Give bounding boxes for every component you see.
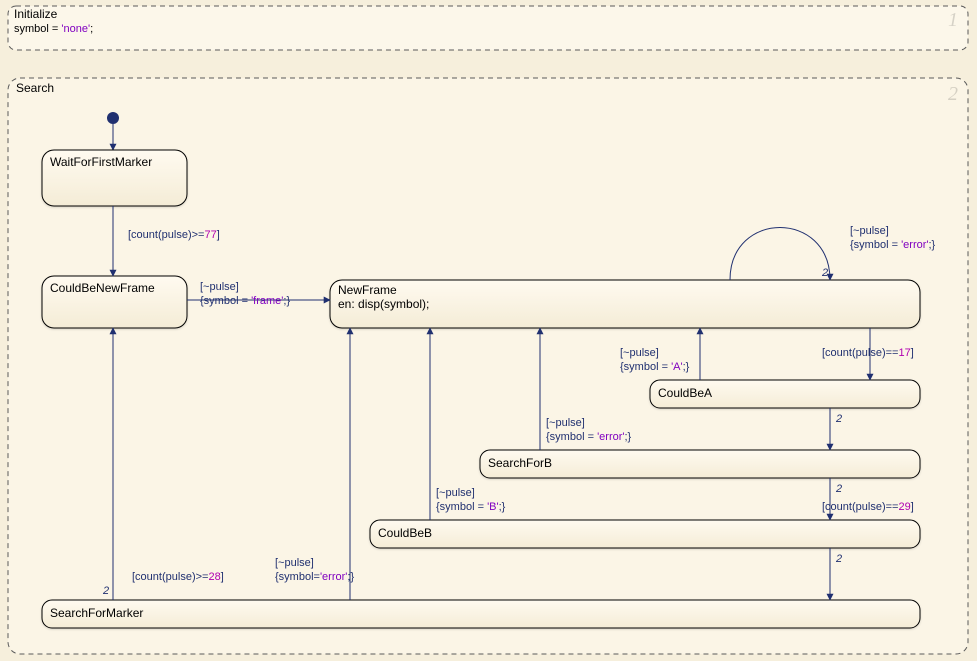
region-search[interactable]: Search 2 WaitForFirstMarker CouldBeNewFr…	[8, 78, 968, 654]
could-be-b-label: CouldBeB	[378, 526, 432, 540]
svg-text:{symbol = 'error';}: {symbol = 'error';}	[546, 431, 632, 443]
svg-text:[count(pulse)==17]: [count(pulse)==17]	[822, 347, 914, 359]
search-for-b-label: SearchForB	[488, 456, 552, 470]
svg-text:2: 2	[835, 413, 842, 425]
svg-text:2: 2	[102, 585, 109, 597]
state-could-be-b[interactable]: CouldBeB	[370, 520, 920, 548]
svg-text:[~pulse]: [~pulse]	[850, 225, 889, 237]
svg-text:[~pulse]: [~pulse]	[620, 347, 659, 359]
initial-state-dot	[107, 112, 119, 124]
could-be-a-label: CouldBeA	[658, 386, 712, 400]
initialize-order: 1	[948, 9, 958, 31]
svg-text:2: 2	[835, 553, 842, 565]
svg-text:[~pulse]: [~pulse]	[200, 281, 239, 293]
svg-text:{symbol = 'error';}: {symbol = 'error';}	[850, 239, 936, 251]
search-title: Search	[16, 81, 54, 95]
wait-for-first-marker-label: WaitForFirstMarker	[50, 155, 152, 169]
svg-text:{symbol = 'frame';}: {symbol = 'frame';}	[200, 295, 290, 307]
stateflow-canvas: Initialize symbol = 'none'; 1 Search 2 W…	[0, 0, 977, 661]
initialize-code: symbol = 'none';	[14, 23, 93, 35]
could-be-new-frame-label: CouldBeNewFrame	[50, 281, 155, 295]
svg-text:[count(pulse)==29]: [count(pulse)==29]	[822, 501, 914, 513]
search-order: 2	[948, 83, 958, 105]
region-initialize[interactable]: Initialize symbol = 'none'; 1	[8, 6, 968, 50]
svg-text:[count(pulse)>=28]: [count(pulse)>=28]	[132, 571, 224, 583]
state-could-be-a[interactable]: CouldBeA	[650, 380, 920, 408]
search-for-marker-label: SearchForMarker	[50, 606, 143, 620]
svg-text:[~pulse]: [~pulse]	[275, 557, 314, 569]
new-frame-entry: en: disp(symbol);	[338, 297, 429, 311]
state-search-for-marker[interactable]: SearchForMarker	[42, 600, 920, 628]
svg-text:[~pulse]: [~pulse]	[546, 417, 585, 429]
new-frame-label: NewFrame	[338, 283, 397, 297]
initialize-title: Initialize	[14, 7, 58, 21]
state-new-frame[interactable]: NewFrame en: disp(symbol);	[330, 280, 920, 328]
state-wait-for-first-marker[interactable]: WaitForFirstMarker	[42, 150, 187, 206]
svg-text:[count(pulse)>=77]: [count(pulse)>=77]	[128, 229, 220, 241]
svg-text:2: 2	[835, 483, 842, 495]
svg-text:{symbol='error';}: {symbol='error';}	[275, 571, 354, 583]
svg-text:{symbol = 'A';}: {symbol = 'A';}	[620, 361, 690, 373]
svg-text:[~pulse]: [~pulse]	[436, 487, 475, 499]
state-search-for-b[interactable]: SearchForB	[480, 450, 920, 478]
svg-text:2: 2	[821, 267, 828, 279]
svg-text:{symbol = 'B';}: {symbol = 'B';}	[436, 501, 506, 513]
state-could-be-new-frame[interactable]: CouldBeNewFrame	[42, 276, 187, 328]
